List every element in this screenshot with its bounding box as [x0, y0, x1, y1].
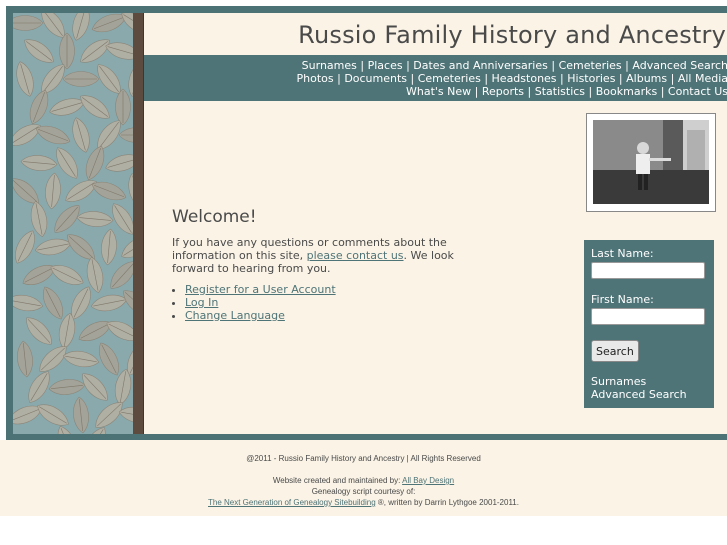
nav-link-headstones[interactable]: Headstones	[492, 72, 557, 85]
nav-link-statistics[interactable]: Statistics	[535, 85, 585, 98]
first-name-field[interactable]	[591, 308, 705, 325]
nav-link-surnames[interactable]: Surnames	[302, 59, 357, 72]
nav-separator: |	[333, 72, 345, 85]
nav-separator: |	[667, 72, 678, 85]
footer: @2011 - Russio Family History and Ancest…	[0, 440, 727, 516]
search-panel: Last Name: First Name: Search Surnames A…	[584, 240, 714, 408]
nav-separator: |	[356, 59, 368, 72]
nav-line-2: Photos | Documents | Cemeteries | Headst…	[297, 72, 727, 85]
nav-link-what-s-new[interactable]: What's New	[406, 85, 471, 98]
login-link[interactable]: Log In	[185, 296, 218, 309]
surnames-link[interactable]: Surnames	[591, 375, 646, 388]
sidebar-divider	[133, 13, 143, 434]
nav-line-1: Surnames | Places | Dates and Anniversar…	[302, 59, 727, 72]
nav-link-advanced-search[interactable]: Advanced Search	[632, 59, 727, 72]
last-name-field[interactable]	[591, 262, 705, 279]
featured-photo-frame[interactable]	[586, 113, 716, 212]
list-item: Change Language	[185, 309, 336, 322]
nav-link-photos[interactable]: Photos	[297, 72, 334, 85]
nav-separator: |	[480, 72, 492, 85]
tng-suffix: ®, written by Darrin Lythgoe 2001-2011.	[375, 498, 519, 507]
nav-separator: |	[621, 59, 633, 72]
copyright-text: @2011 - Russio Family History and Ancest…	[246, 454, 481, 463]
nav-separator: |	[547, 59, 559, 72]
all-bay-design-link[interactable]: All Bay Design	[402, 476, 454, 485]
page-frame: Russio Family History and Ancestry Surna…	[6, 6, 727, 440]
created-by-line: Website created and maintained by: All B…	[0, 476, 727, 485]
list-item: Log In	[185, 296, 336, 309]
page-inner: Russio Family History and Ancestry Surna…	[13, 13, 727, 434]
nav-link-all-media[interactable]: All Media	[678, 72, 727, 85]
nav-separator: |	[657, 85, 668, 98]
nav-link-cemeteries[interactable]: Cemeteries	[418, 72, 481, 85]
tng-line: The Next Generation of Genealogy Sitebui…	[0, 498, 727, 507]
site-title: Russio Family History and Ancestry	[298, 21, 726, 49]
main-content: Russio Family History and Ancestry Surna…	[144, 13, 727, 434]
nav-link-histories[interactable]: Histories	[567, 72, 615, 85]
nav-separator: |	[407, 72, 418, 85]
created-by-prefix: Website created and maintained by:	[272, 476, 403, 485]
welcome-heading: Welcome!	[172, 207, 257, 227]
nav-link-cemeteries[interactable]: Cemeteries	[559, 59, 622, 72]
change-language-link[interactable]: Change Language	[185, 309, 285, 322]
featured-photo[interactable]	[593, 120, 709, 204]
advanced-search-link[interactable]: Advanced Search	[591, 388, 687, 401]
list-item: Register for a User Account	[185, 283, 336, 296]
leaf-pattern-decoration	[13, 13, 133, 434]
nav-link-reports[interactable]: Reports	[482, 85, 524, 98]
nav-separator: |	[471, 85, 482, 98]
last-name-label: Last Name:	[591, 247, 654, 260]
nav-link-documents[interactable]: Documents	[344, 72, 407, 85]
search-button[interactable]: Search	[591, 340, 639, 362]
nav-link-places[interactable]: Places	[368, 59, 403, 72]
nav-separator: |	[615, 72, 627, 85]
account-links: Register for a User Account Log In Chang…	[172, 283, 336, 322]
nav-separator: |	[556, 72, 568, 85]
contact-us-link[interactable]: please contact us	[307, 249, 404, 262]
nav-separator: |	[524, 85, 535, 98]
nav-link-dates-and-anniversaries[interactable]: Dates and Anniversaries	[413, 59, 548, 72]
first-name-label: First Name:	[591, 293, 654, 306]
nav-link-albums[interactable]: Albums	[626, 72, 667, 85]
nav-link-contact-us[interactable]: Contact Us	[668, 85, 727, 98]
intro-text: If you have any questions or comments ab…	[172, 236, 482, 275]
nav-separator: |	[402, 59, 414, 72]
script-courtesy-line: Genealogy script courtesy of:	[311, 487, 416, 496]
nav-link-bookmarks[interactable]: Bookmarks	[596, 85, 657, 98]
nav-separator: |	[585, 85, 596, 98]
register-link[interactable]: Register for a User Account	[185, 283, 336, 296]
nav-line-3: What's New | Reports | Statistics | Book…	[406, 85, 727, 98]
navigation-bar: Surnames | Places | Dates and Anniversar…	[144, 55, 727, 101]
tng-link[interactable]: The Next Generation of Genealogy Sitebui…	[208, 498, 376, 507]
